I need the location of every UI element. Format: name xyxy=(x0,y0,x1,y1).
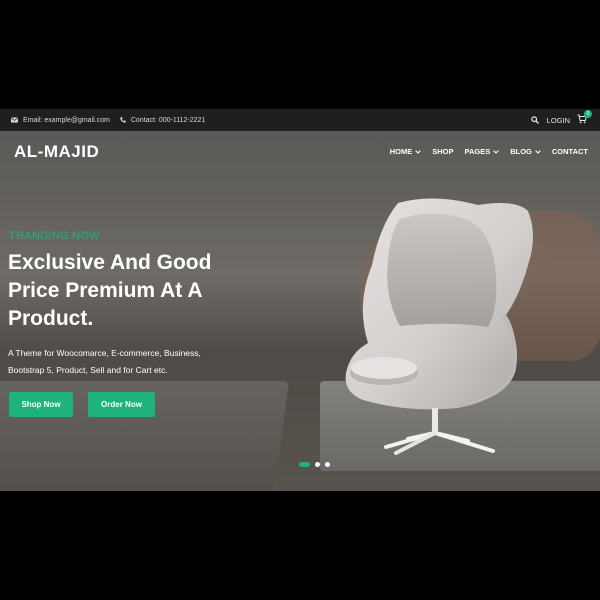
contact-info: Contact: 000-1112-2221 xyxy=(120,117,205,124)
egg-chair-image xyxy=(345,198,533,455)
login-link[interactable]: LOGIN xyxy=(547,116,570,125)
cart-count-badge: 0 xyxy=(584,110,592,118)
chevron-down-icon xyxy=(493,149,500,154)
description-line: Bootstrap 5, Product, Sell and for Cart … xyxy=(8,365,168,375)
cart-button[interactable]: 0 xyxy=(577,110,592,126)
top-bar-actions: LOGIN 0 xyxy=(530,110,592,126)
main-nav: HOME SHOP PAGES BLOG CONTACT xyxy=(379,147,588,156)
nav-item-contact[interactable]: CONTACT xyxy=(552,147,588,156)
chevron-down-icon xyxy=(535,149,541,154)
contact-text[interactable]: Contact: 000-1112-2221 xyxy=(131,117,205,124)
nav-item-label: SHOP xyxy=(432,147,454,156)
chevron-down-icon xyxy=(415,149,422,154)
description-line: A Theme for Woocomarce, E-commerce, Busi… xyxy=(8,348,201,358)
slider-dot[interactable] xyxy=(315,462,320,467)
nav-item-pages[interactable]: PAGES xyxy=(465,147,500,156)
top-bar: Email: example@gmail.com Contact: 000-11… xyxy=(0,109,600,131)
headline-line: Product. xyxy=(8,307,94,330)
slider-dot[interactable] xyxy=(325,462,330,467)
headline-line: Price Premium At A xyxy=(8,279,203,302)
hero-description: A Theme for Woocomarce, E-commerce, Busi… xyxy=(8,345,248,379)
email-info: Email: example@gmail.com xyxy=(11,117,110,124)
nav-item-label: BLOG xyxy=(510,147,532,156)
mail-icon xyxy=(11,117,18,123)
slider-dots xyxy=(299,462,335,467)
nav-item-label: CONTACT xyxy=(551,147,588,156)
hero-banner: AL-MAJID HOME SHOP PAGES BLOG CONTACT TR… xyxy=(0,131,600,491)
slider-dot[interactable] xyxy=(299,462,310,467)
nav-item-label: HOME xyxy=(389,147,413,156)
nav-item-home[interactable]: HOME xyxy=(390,147,422,156)
nav-item-shop[interactable]: SHOP xyxy=(432,147,453,156)
headline-line: Exclusive And Good xyxy=(8,251,212,274)
order-now-button[interactable]: Order Now xyxy=(88,392,155,417)
hero-headline: Exclusive And Good Price Premium At A Pr… xyxy=(8,249,268,333)
trending-tag: TRANDING NOW xyxy=(9,230,100,242)
website-frame: Email: example@gmail.com Contact: 000-11… xyxy=(0,109,600,491)
nav-item-blog[interactable]: BLOG xyxy=(510,147,541,156)
shop-now-button[interactable]: Shop Now xyxy=(9,392,73,417)
search-icon[interactable] xyxy=(530,116,539,124)
phone-icon xyxy=(120,117,126,123)
email-text[interactable]: Email: example@gmail.com xyxy=(23,117,110,124)
nav-item-label: PAGES xyxy=(464,147,491,156)
site-logo[interactable]: AL-MAJID xyxy=(14,142,99,162)
